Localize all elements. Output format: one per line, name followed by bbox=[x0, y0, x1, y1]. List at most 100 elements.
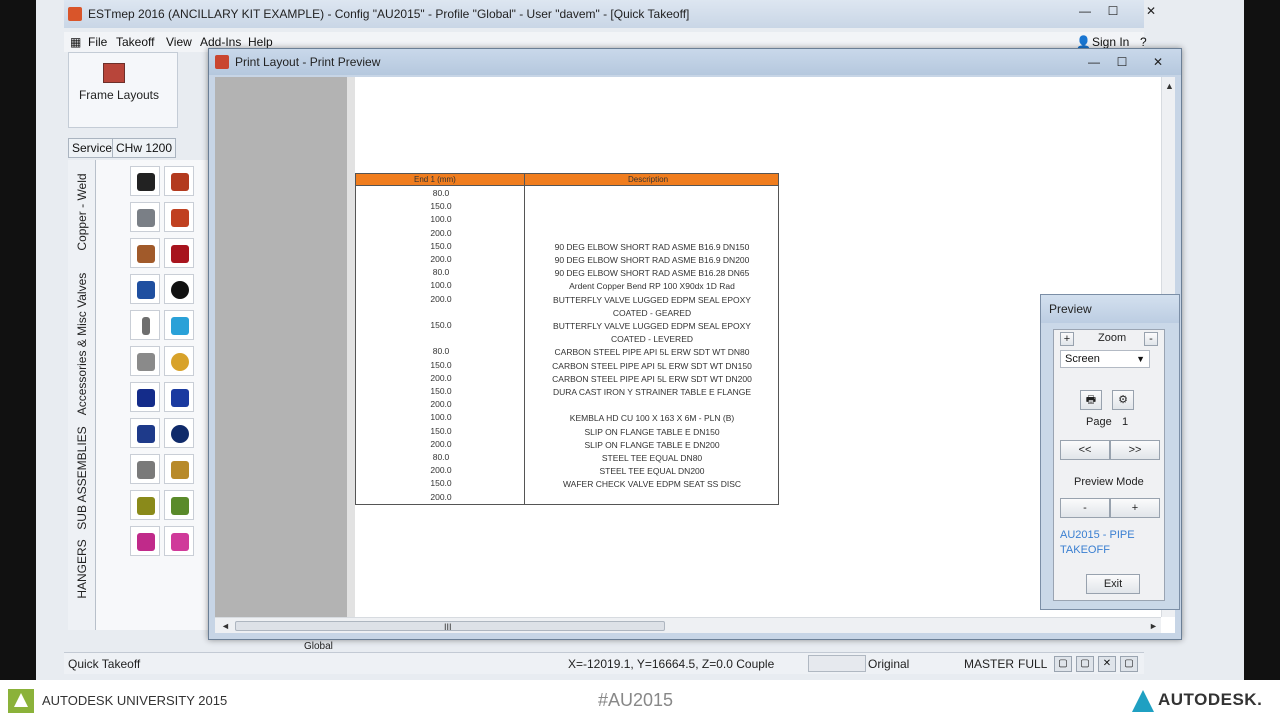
status-toggle-icon[interactable]: ▢ bbox=[1054, 656, 1072, 672]
zoom-label: Zoom bbox=[1098, 332, 1127, 344]
scroll-left-icon[interactable]: ◄ bbox=[221, 621, 230, 631]
menu-addins[interactable]: Add-Ins bbox=[200, 35, 241, 49]
row-end1-size: 150.0 bbox=[430, 240, 452, 251]
vtab-sub-assemblies-label: SUB ASSEMBLIES bbox=[75, 426, 89, 530]
help-icon[interactable]: ? bbox=[1140, 35, 1147, 49]
row-end1-size: 100.0 bbox=[430, 412, 452, 423]
app-minimize-button[interactable]: — bbox=[1072, 2, 1098, 20]
row-end1-size: 150.0 bbox=[430, 320, 452, 330]
zoom-out-button[interactable]: - bbox=[1144, 332, 1158, 346]
item-tile[interactable] bbox=[130, 310, 160, 340]
app-menu-icon[interactable]: ▦ bbox=[70, 35, 81, 49]
menu-view[interactable]: View bbox=[166, 35, 192, 49]
print-layout-minimize-button[interactable]: — bbox=[1081, 53, 1107, 71]
status-toggle-icon[interactable]: ▢ bbox=[1076, 656, 1094, 672]
layout-name-link[interactable]: AU2015 - PIPE TAKEOFF bbox=[1060, 528, 1156, 558]
zoom-select[interactable]: Screen ▼ bbox=[1060, 350, 1150, 368]
item-tile[interactable] bbox=[164, 274, 194, 304]
hanger-icon bbox=[137, 533, 155, 551]
row-description: COATED - GEARED bbox=[612, 307, 692, 318]
right-letterbox bbox=[1244, 0, 1280, 680]
menu-help[interactable]: Help bbox=[248, 35, 273, 49]
item-tile[interactable] bbox=[164, 238, 194, 268]
tab-service[interactable]: Service bbox=[68, 138, 117, 158]
row-description: Ardent Copper Bend RP 100 X90dx 1D Rad bbox=[569, 281, 735, 292]
status-bar: Quick Takeoff Global X=-12019.1, Y=16664… bbox=[64, 641, 1144, 674]
frame-layouts-label: Frame Layouts bbox=[78, 88, 160, 102]
row-description: CARBON STEEL PIPE API 5L ERW SDT WT DN15… bbox=[552, 360, 752, 371]
scroll-up-icon[interactable]: ▲ bbox=[1165, 81, 1174, 91]
vtab-sub-assemblies[interactable]: SUB ASSEMBLIES bbox=[68, 426, 96, 530]
status-toggle-icon[interactable]: ✕ bbox=[1098, 656, 1116, 672]
table-row: 150.0 SLIP ON FLANGE TABLE E DN150 bbox=[356, 426, 778, 439]
item-tile[interactable] bbox=[164, 202, 194, 232]
table-row: 200.0 bbox=[356, 228, 778, 241]
status-toggle-icon[interactable]: ▢ bbox=[1120, 656, 1138, 672]
item-tile[interactable] bbox=[130, 202, 160, 232]
app-close-button[interactable]: ✕ bbox=[1138, 2, 1164, 20]
row-end1-size: 100.0 bbox=[430, 280, 452, 291]
vtab-copper-weld[interactable]: Copper - Weld bbox=[68, 164, 96, 260]
item-tile[interactable] bbox=[164, 166, 194, 196]
item-tile[interactable] bbox=[164, 382, 194, 412]
tee-icon bbox=[137, 389, 155, 407]
autodesk-wordmark: AUTODESK. bbox=[1158, 690, 1263, 709]
preview-title-bar: Preview bbox=[1041, 295, 1179, 323]
estmep-logo-icon bbox=[68, 7, 82, 21]
sign-in-link[interactable]: Sign In bbox=[1092, 35, 1129, 49]
item-tile[interactable] bbox=[130, 418, 160, 448]
row-description: SLIP ON FLANGE TABLE E DN150 bbox=[584, 426, 720, 437]
vtab-hangers[interactable]: HANGERS bbox=[68, 534, 96, 604]
item-tile[interactable] bbox=[164, 418, 194, 448]
page-setup-button[interactable]: ⚙ bbox=[1112, 390, 1134, 410]
item-tile[interactable] bbox=[164, 526, 194, 556]
item-tile[interactable] bbox=[130, 238, 160, 268]
tab-chw-1200[interactable]: CHw 1200 bbox=[112, 138, 177, 158]
item-palette bbox=[96, 160, 208, 630]
sub-assembly-icon bbox=[137, 497, 155, 515]
row-end1-size: 200.0 bbox=[430, 227, 452, 238]
print-layout-title: Print Layout - Print Preview bbox=[235, 55, 381, 69]
row-description: WAFER CHECK VALVE EDPM SEAT SS DISC bbox=[562, 479, 742, 490]
preview-mode-plus-button[interactable]: + bbox=[1110, 498, 1160, 518]
item-tile[interactable] bbox=[130, 454, 160, 484]
preview-mode-minus-button[interactable]: - bbox=[1060, 498, 1110, 518]
scroll-right-icon[interactable]: ► bbox=[1149, 621, 1158, 631]
footer-banner: AUTODESK UNIVERSITY 2015 #AU2015 AUTODES… bbox=[0, 680, 1280, 720]
row-description: CARBON STEEL PIPE API 5L ERW SDT WT DN20… bbox=[552, 373, 752, 384]
next-page-button[interactable]: >> bbox=[1110, 440, 1160, 460]
exit-button[interactable]: Exit bbox=[1086, 574, 1140, 594]
ribbon-frame-layouts[interactable]: Frame Layouts bbox=[68, 52, 178, 128]
horizontal-scrollbar[interactable]: ◄ III ► bbox=[215, 617, 1161, 633]
item-tile[interactable] bbox=[164, 490, 194, 520]
menu-file[interactable]: File bbox=[88, 35, 107, 49]
menu-takeoff[interactable]: Takeoff bbox=[116, 35, 154, 49]
item-tile[interactable] bbox=[130, 274, 160, 304]
item-tile[interactable] bbox=[130, 166, 160, 196]
item-tile[interactable] bbox=[164, 454, 194, 484]
print-layout-maximize-button[interactable]: ☐ bbox=[1109, 53, 1135, 71]
previous-page-button[interactable]: << bbox=[1060, 440, 1110, 460]
vtab-accessories[interactable]: Accessories & Misc Valves bbox=[68, 264, 96, 424]
bottom-tab-global[interactable]: Global bbox=[304, 641, 333, 652]
row-end1-size: 200.0 bbox=[430, 399, 452, 410]
preview-mode-label: Preview Mode bbox=[1074, 476, 1144, 488]
table-row: 150.0 90 DEG ELBOW SHORT RAD ASME B16.9 D… bbox=[356, 241, 778, 254]
item-tile[interactable] bbox=[164, 346, 194, 376]
app-maximize-button[interactable]: ☐ bbox=[1100, 2, 1126, 20]
item-tile[interactable] bbox=[130, 346, 160, 376]
table-row: 200.0 bbox=[356, 399, 778, 412]
print-layout-close-button[interactable]: ✕ bbox=[1145, 53, 1171, 71]
item-tile[interactable] bbox=[130, 490, 160, 520]
row-end1-size: 200.0 bbox=[430, 491, 452, 502]
flange-icon bbox=[137, 245, 155, 263]
item-tile[interactable] bbox=[130, 526, 160, 556]
pipe-fitting-icon bbox=[137, 173, 155, 191]
item-tile[interactable] bbox=[130, 382, 160, 412]
print-button[interactable]: 🖶 bbox=[1080, 390, 1102, 410]
table-row: 80.0 STEEL TEE EQUAL DN80 bbox=[356, 452, 778, 465]
row-description: BUTTERFLY VALVE LUGGED EDPM SEAL EPOXY bbox=[553, 294, 751, 305]
item-tile[interactable] bbox=[164, 310, 194, 340]
horizontal-scroll-thumb[interactable]: III bbox=[235, 621, 665, 632]
zoom-in-button[interactable]: + bbox=[1060, 332, 1074, 346]
